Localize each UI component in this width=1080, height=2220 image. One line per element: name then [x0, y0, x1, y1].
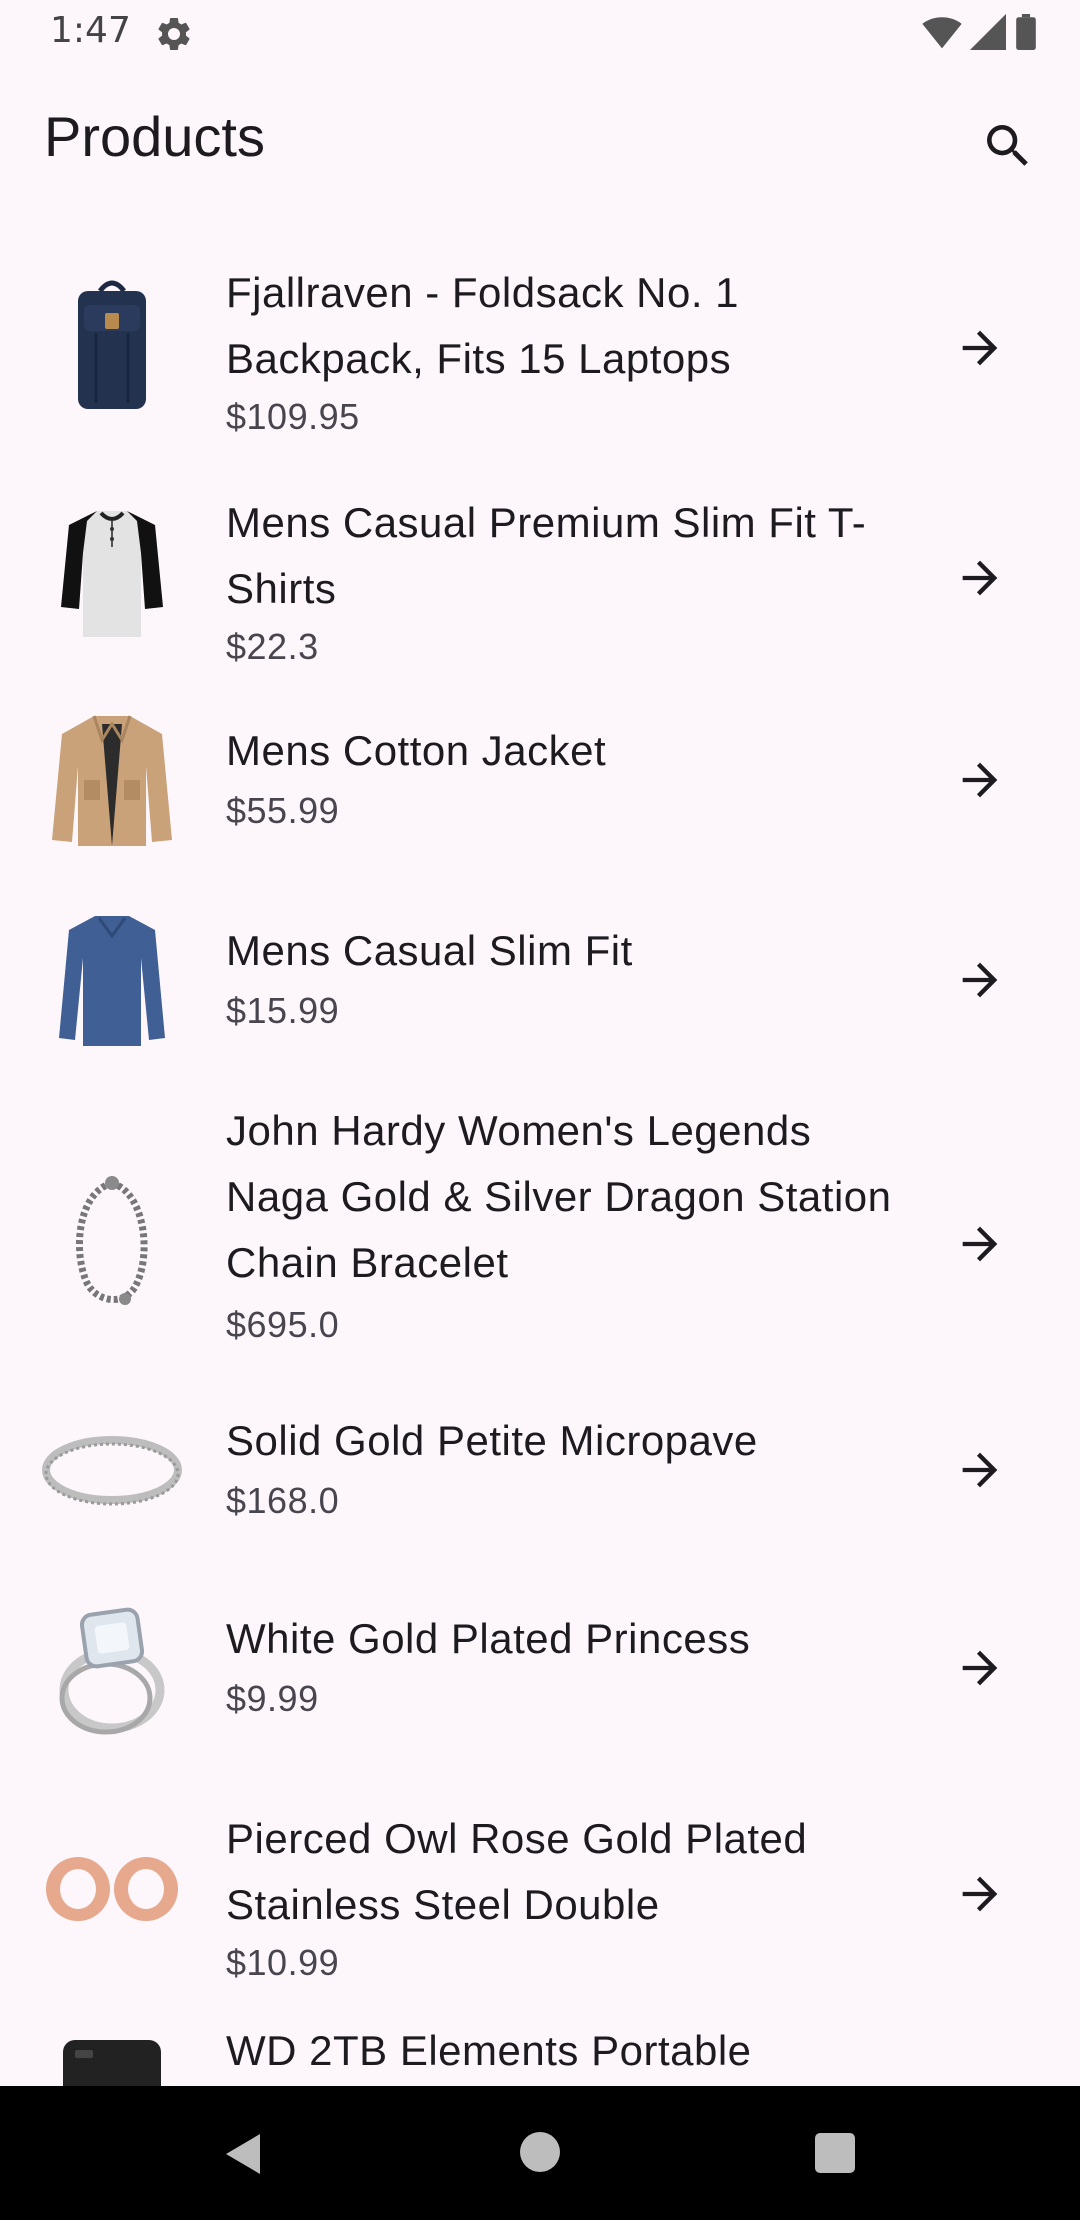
list-item[interactable]: WD 2TB Elements Portable: [0, 2018, 1080, 2086]
product-list: Fjallraven - Foldsack No. 1 Backpack, Fi…: [0, 216, 1080, 2086]
screen: 1:47 Products Fjallraven - Foldsack No. …: [0, 0, 1080, 2220]
product-image: [42, 910, 182, 1050]
arrow-forward-icon[interactable]: [950, 318, 1010, 378]
product-price: $695.0: [226, 1304, 340, 1345]
search-icon: [980, 118, 1036, 178]
arrow-forward-icon[interactable]: [950, 750, 1010, 810]
arrow-forward-icon[interactable]: [950, 1214, 1010, 1274]
list-item[interactable]: Pierced Owl Rose Gold Plated Stainless S…: [0, 1784, 1080, 1994]
list-item[interactable]: John Hardy Women's Legends Naga Gold & S…: [0, 1098, 1080, 1388]
product-title: John Hardy Women's Legends Naga Gold & S…: [226, 1107, 892, 1286]
page-title: Products: [44, 105, 265, 168]
wifi-icon: [922, 14, 962, 54]
battery-icon: [1014, 14, 1038, 54]
product-image: [42, 503, 182, 643]
product-price: $15.99: [226, 990, 340, 1031]
product-title: Mens Cotton Jacket: [226, 727, 607, 774]
product-title: Pierced Owl Rose Gold Plated Stainless S…: [226, 1815, 808, 1928]
status-time: 1:47: [50, 10, 131, 51]
product-image: [42, 710, 182, 850]
signal-icon: [970, 14, 1006, 54]
product-image: [42, 1173, 182, 1313]
product-title: Solid Gold Petite Micropave: [226, 1417, 758, 1464]
home-icon[interactable]: [520, 2132, 560, 2172]
gear-icon: [154, 14, 194, 54]
product-title: Mens Casual Slim Fit: [226, 927, 633, 974]
status-icons: [922, 14, 1038, 54]
arrow-forward-icon[interactable]: [950, 950, 1010, 1010]
product-price: $9.99: [226, 1678, 319, 1719]
product-price: $168.0: [226, 1480, 340, 1521]
product-price: $10.99: [226, 1942, 340, 1983]
arrow-forward-icon[interactable]: [950, 1864, 1010, 1924]
list-item[interactable]: Mens Cotton Jacket $55.99: [0, 698, 1080, 878]
list-item[interactable]: Mens Casual Slim Fit $15.99: [0, 898, 1080, 1078]
product-title: Mens Casual Premium Slim Fit T-Shirts: [226, 499, 867, 612]
search-button[interactable]: [968, 108, 1048, 188]
navigation-bar: [0, 2086, 1080, 2220]
app-bar: Products: [0, 66, 1080, 216]
product-image: [42, 1598, 182, 1738]
list-item[interactable]: Fjallraven - Foldsack No. 1 Backpack, Fi…: [0, 238, 1080, 448]
product-image: [42, 2040, 182, 2086]
arrow-forward-icon[interactable]: [950, 1638, 1010, 1698]
product-price: $109.95: [226, 396, 360, 437]
list-item[interactable]: Mens Casual Premium Slim Fit T-Shirts $2…: [0, 468, 1080, 678]
status-bar: 1:47: [0, 0, 1080, 66]
arrow-forward-icon[interactable]: [950, 548, 1010, 608]
list-item[interactable]: White Gold Plated Princess $9.99: [0, 1586, 1080, 1766]
product-image: [42, 273, 182, 413]
product-title: Fjallraven - Foldsack No. 1 Backpack, Fi…: [226, 269, 740, 382]
product-title: White Gold Plated Princess: [226, 1615, 751, 1662]
arrow-forward-icon[interactable]: [950, 1440, 1010, 1500]
back-icon[interactable]: [222, 2132, 262, 2180]
product-price: $55.99: [226, 790, 340, 831]
product-title: WD 2TB Elements Portable: [226, 2027, 752, 2074]
recents-icon[interactable]: [815, 2133, 855, 2173]
product-image: [42, 1400, 182, 1540]
product-price: $22.3: [226, 626, 319, 667]
product-image: [42, 1819, 182, 1959]
list-item[interactable]: Solid Gold Petite Micropave $168.0: [0, 1388, 1080, 1568]
